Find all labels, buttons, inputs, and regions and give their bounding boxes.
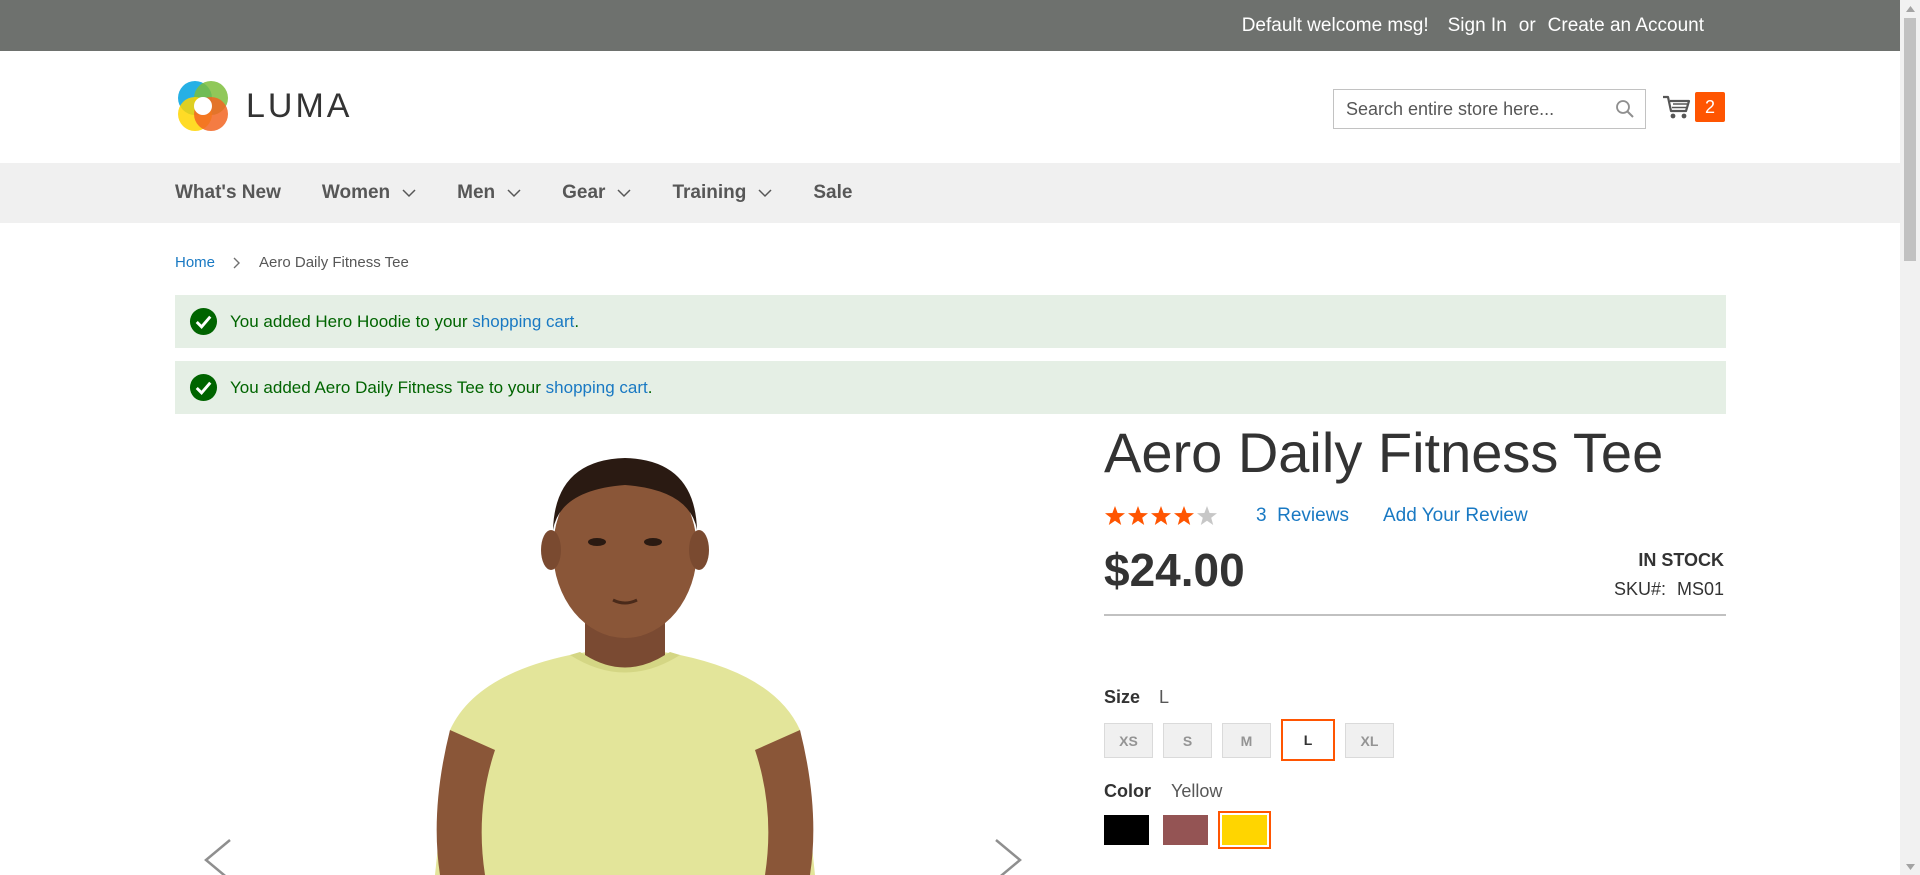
product-price: $24.00 [1104, 544, 1245, 596]
breadcrumb-home[interactable]: Home [175, 254, 215, 271]
message-suffix: . [574, 311, 580, 331]
logo[interactable]: LUMA [175, 78, 352, 134]
chevron-down-icon [617, 189, 631, 198]
reviews-link[interactable]: 3 Reviews [1256, 505, 1349, 527]
size-option-m[interactable]: M [1222, 723, 1271, 758]
product-rating [1104, 505, 1219, 527]
reviews-label: Reviews [1277, 505, 1349, 526]
color-swatch-black[interactable] [1104, 815, 1149, 845]
message-text: You added Aero Daily Fitness Tee to your… [230, 378, 652, 398]
chevron-down-icon [507, 189, 521, 198]
or-separator: or [1518, 14, 1536, 36]
main-navigation: What's New Women Men Gear Training Sale [0, 163, 1900, 223]
message-suffix: . [647, 377, 653, 397]
success-message: You added Aero Daily Fitness Tee to your… [175, 361, 1726, 414]
logo-text: LUMA [246, 86, 353, 125]
star-empty-icon [1197, 506, 1217, 525]
header-links: Default welcome msg! Sign In or Create a… [1242, 0, 1704, 51]
luma-logo-icon [178, 81, 228, 131]
gallery-prev-arrow-icon[interactable] [200, 838, 236, 875]
sign-in-link[interactable]: Sign In [1448, 15, 1507, 37]
size-options: XS S M L XL [1104, 719, 1394, 761]
rating-stars [1104, 505, 1219, 527]
nav-item-what-s-new[interactable]: What's New [175, 182, 281, 204]
chevron-down-icon [758, 189, 772, 198]
page-scrollbar[interactable] [1900, 0, 1920, 875]
sku-label: SKU#: [1613, 579, 1666, 599]
size-option-l[interactable]: L [1281, 719, 1335, 761]
color-options [1104, 811, 1271, 849]
divider [1104, 614, 1726, 616]
check-circle-icon [189, 307, 218, 336]
color-swatch-yellow[interactable] [1218, 811, 1271, 849]
nav-item-label: Sale [813, 182, 853, 203]
shopping-cart-link[interactable]: shopping cart [472, 312, 574, 331]
gallery-next-arrow-icon[interactable] [990, 838, 1026, 875]
nav-item-label: Training [672, 182, 747, 203]
color-swatch-brown[interactable] [1163, 815, 1208, 845]
cart-icon [1663, 95, 1691, 119]
nav-item-men[interactable]: Men [457, 182, 521, 204]
breadcrumb-current: Aero Daily Fitness Tee [259, 254, 409, 271]
star-filled-icon [1128, 506, 1148, 525]
nav-item-label: What's New [175, 182, 281, 203]
size-option-s[interactable]: S [1163, 723, 1212, 758]
size-selected-value: L [1159, 687, 1170, 707]
product-photo [435, 458, 815, 875]
nav-item-training[interactable]: Training [672, 182, 772, 204]
check-circle-icon [189, 373, 218, 402]
star-filled-icon [1105, 506, 1125, 525]
chevron-down-icon [402, 189, 416, 198]
message-prefix: You added Hero Hoodie to your [230, 311, 473, 331]
search-icon[interactable] [1615, 99, 1635, 119]
scroll-up-icon[interactable] [1900, 0, 1920, 17]
success-message: You added Hero Hoodie to your shopping c… [175, 295, 1726, 348]
shopping-cart-link[interactable]: shopping cart [546, 378, 648, 397]
message-text: You added Hero Hoodie to your shopping c… [230, 312, 579, 332]
welcome-message: Default welcome msg! [1241, 14, 1429, 36]
product-title: Aero Daily Fitness Tee [1104, 421, 1664, 484]
sku-value: MS01 [1676, 579, 1724, 599]
nav-items: What's New Women Men Gear Training Sale [175, 163, 893, 223]
star-filled-icon [1151, 506, 1171, 525]
color-selected-value: Yellow [1171, 781, 1223, 801]
nav-item-label: Men [457, 182, 496, 203]
scroll-thumb[interactable] [1904, 18, 1916, 261]
size-option-xl[interactable]: XL [1345, 723, 1394, 758]
create-account-link[interactable]: Create an Account [1548, 15, 1704, 37]
search-input[interactable] [1334, 90, 1604, 128]
nav-item-label: Women [321, 182, 391, 203]
stock-status: IN STOCK [1638, 550, 1724, 570]
size-label: Size [1104, 687, 1141, 707]
scroll-down-icon[interactable] [1900, 858, 1920, 875]
star-filled-icon [1174, 506, 1194, 525]
cart-count-badge: 2 [1695, 92, 1725, 122]
top-panel: Default welcome msg! Sign In or Create a… [0, 0, 1900, 51]
nav-item-label: Gear [562, 182, 606, 203]
breadcrumb: Home Aero Daily Fitness Tee [175, 254, 409, 271]
search-box [1333, 89, 1646, 129]
reviews-count: 3 [1256, 505, 1267, 526]
minicart[interactable]: 2 [1662, 92, 1726, 124]
chevron-right-icon [233, 257, 241, 268]
product-image[interactable] [175, 430, 1055, 875]
message-prefix: You added Aero Daily Fitness Tee to your [230, 377, 546, 397]
size-option-xs[interactable]: XS [1104, 723, 1153, 758]
nav-item-gear[interactable]: Gear [562, 182, 631, 204]
color-label: Color [1104, 781, 1151, 801]
add-review-link[interactable]: Add Your Review [1383, 505, 1528, 527]
nav-item-sale[interactable]: Sale [813, 182, 852, 204]
nav-item-women[interactable]: Women [322, 182, 416, 204]
product-sku: SKU#: MS01 [1614, 579, 1724, 600]
